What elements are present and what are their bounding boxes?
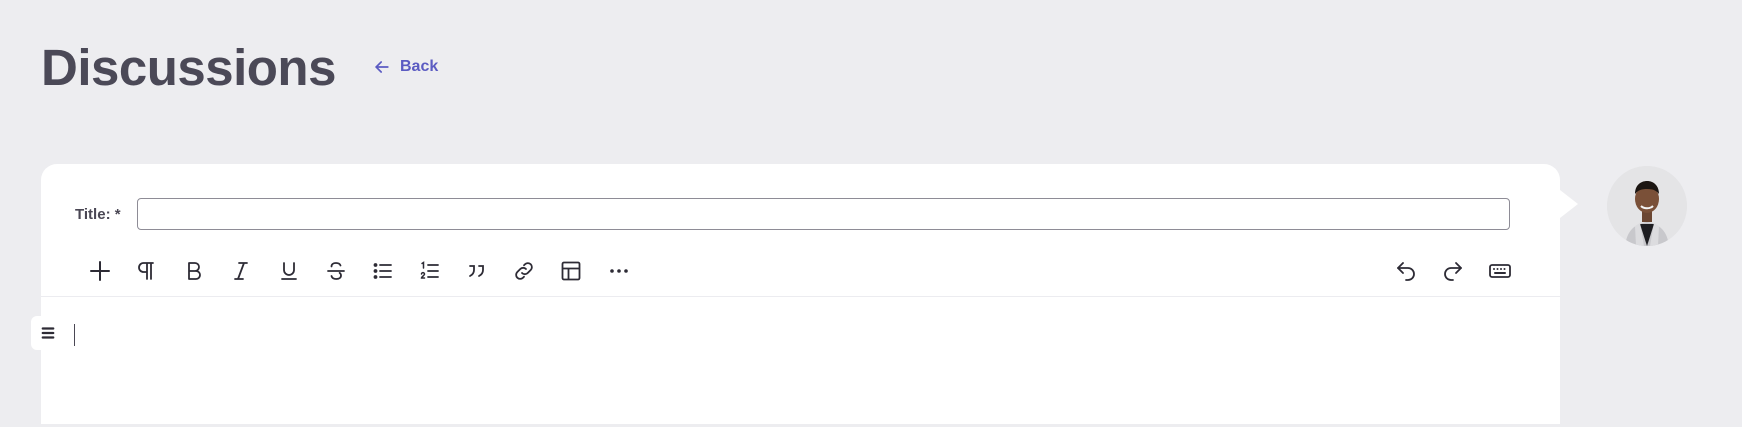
undo-icon[interactable] <box>1391 256 1421 286</box>
back-link[interactable]: Back <box>372 57 438 77</box>
bullet-list-icon[interactable] <box>368 256 398 286</box>
discussion-editor-card: Title: * <box>41 164 1560 424</box>
title-label: Title: * <box>75 205 121 223</box>
more-icon[interactable] <box>604 256 634 286</box>
page-title: Discussions <box>41 39 336 96</box>
underline-icon[interactable] <box>274 256 304 286</box>
ordered-list-icon[interactable] <box>415 256 445 286</box>
keyboard-icon[interactable] <box>1485 256 1515 286</box>
editor-content[interactable] <box>41 297 1560 427</box>
plus-icon[interactable] <box>85 256 115 286</box>
blockquote-icon[interactable] <box>462 256 492 286</box>
arrow-left-icon <box>375 61 389 73</box>
link-icon[interactable] <box>509 256 539 286</box>
title-input[interactable] <box>137 198 1510 230</box>
text-caret <box>74 324 75 346</box>
menu-icon <box>41 327 55 339</box>
card-pointer <box>1560 190 1578 218</box>
back-label: Back <box>400 58 439 75</box>
editor-toolbar <box>41 246 1560 297</box>
italic-icon[interactable] <box>226 256 256 286</box>
bold-icon[interactable] <box>179 256 209 286</box>
paragraph-icon[interactable] <box>131 256 161 286</box>
table-icon[interactable] <box>556 256 586 286</box>
strikethrough-icon[interactable] <box>321 256 351 286</box>
redo-icon[interactable] <box>1438 256 1468 286</box>
block-menu-handle[interactable] <box>31 316 65 350</box>
avatar <box>1607 166 1687 246</box>
title-row: Title: * <box>75 198 1510 230</box>
